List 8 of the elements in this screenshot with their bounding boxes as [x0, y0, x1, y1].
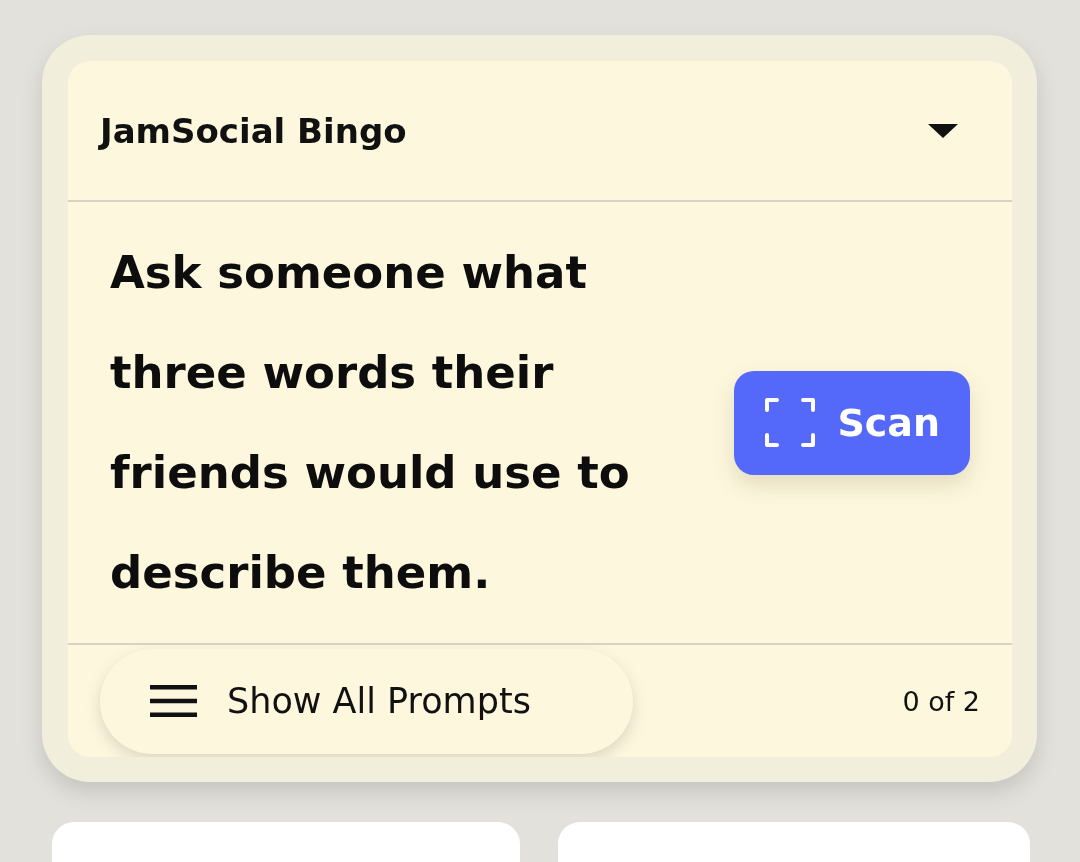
- menu-icon: [150, 685, 197, 717]
- scan-frame-icon: [765, 398, 816, 447]
- scan-button[interactable]: Scan: [734, 370, 970, 475]
- prompt-text: Ask someone what three words their friends would use to describe them.: [110, 244, 631, 601]
- caret-icon: [928, 123, 958, 138]
- game-dropdown[interactable]: JamSocial Bingo: [100, 110, 958, 151]
- show-all-prompts-button[interactable]: Show All Prompts: [100, 648, 633, 754]
- progress-count: 0 of 2: [902, 685, 980, 717]
